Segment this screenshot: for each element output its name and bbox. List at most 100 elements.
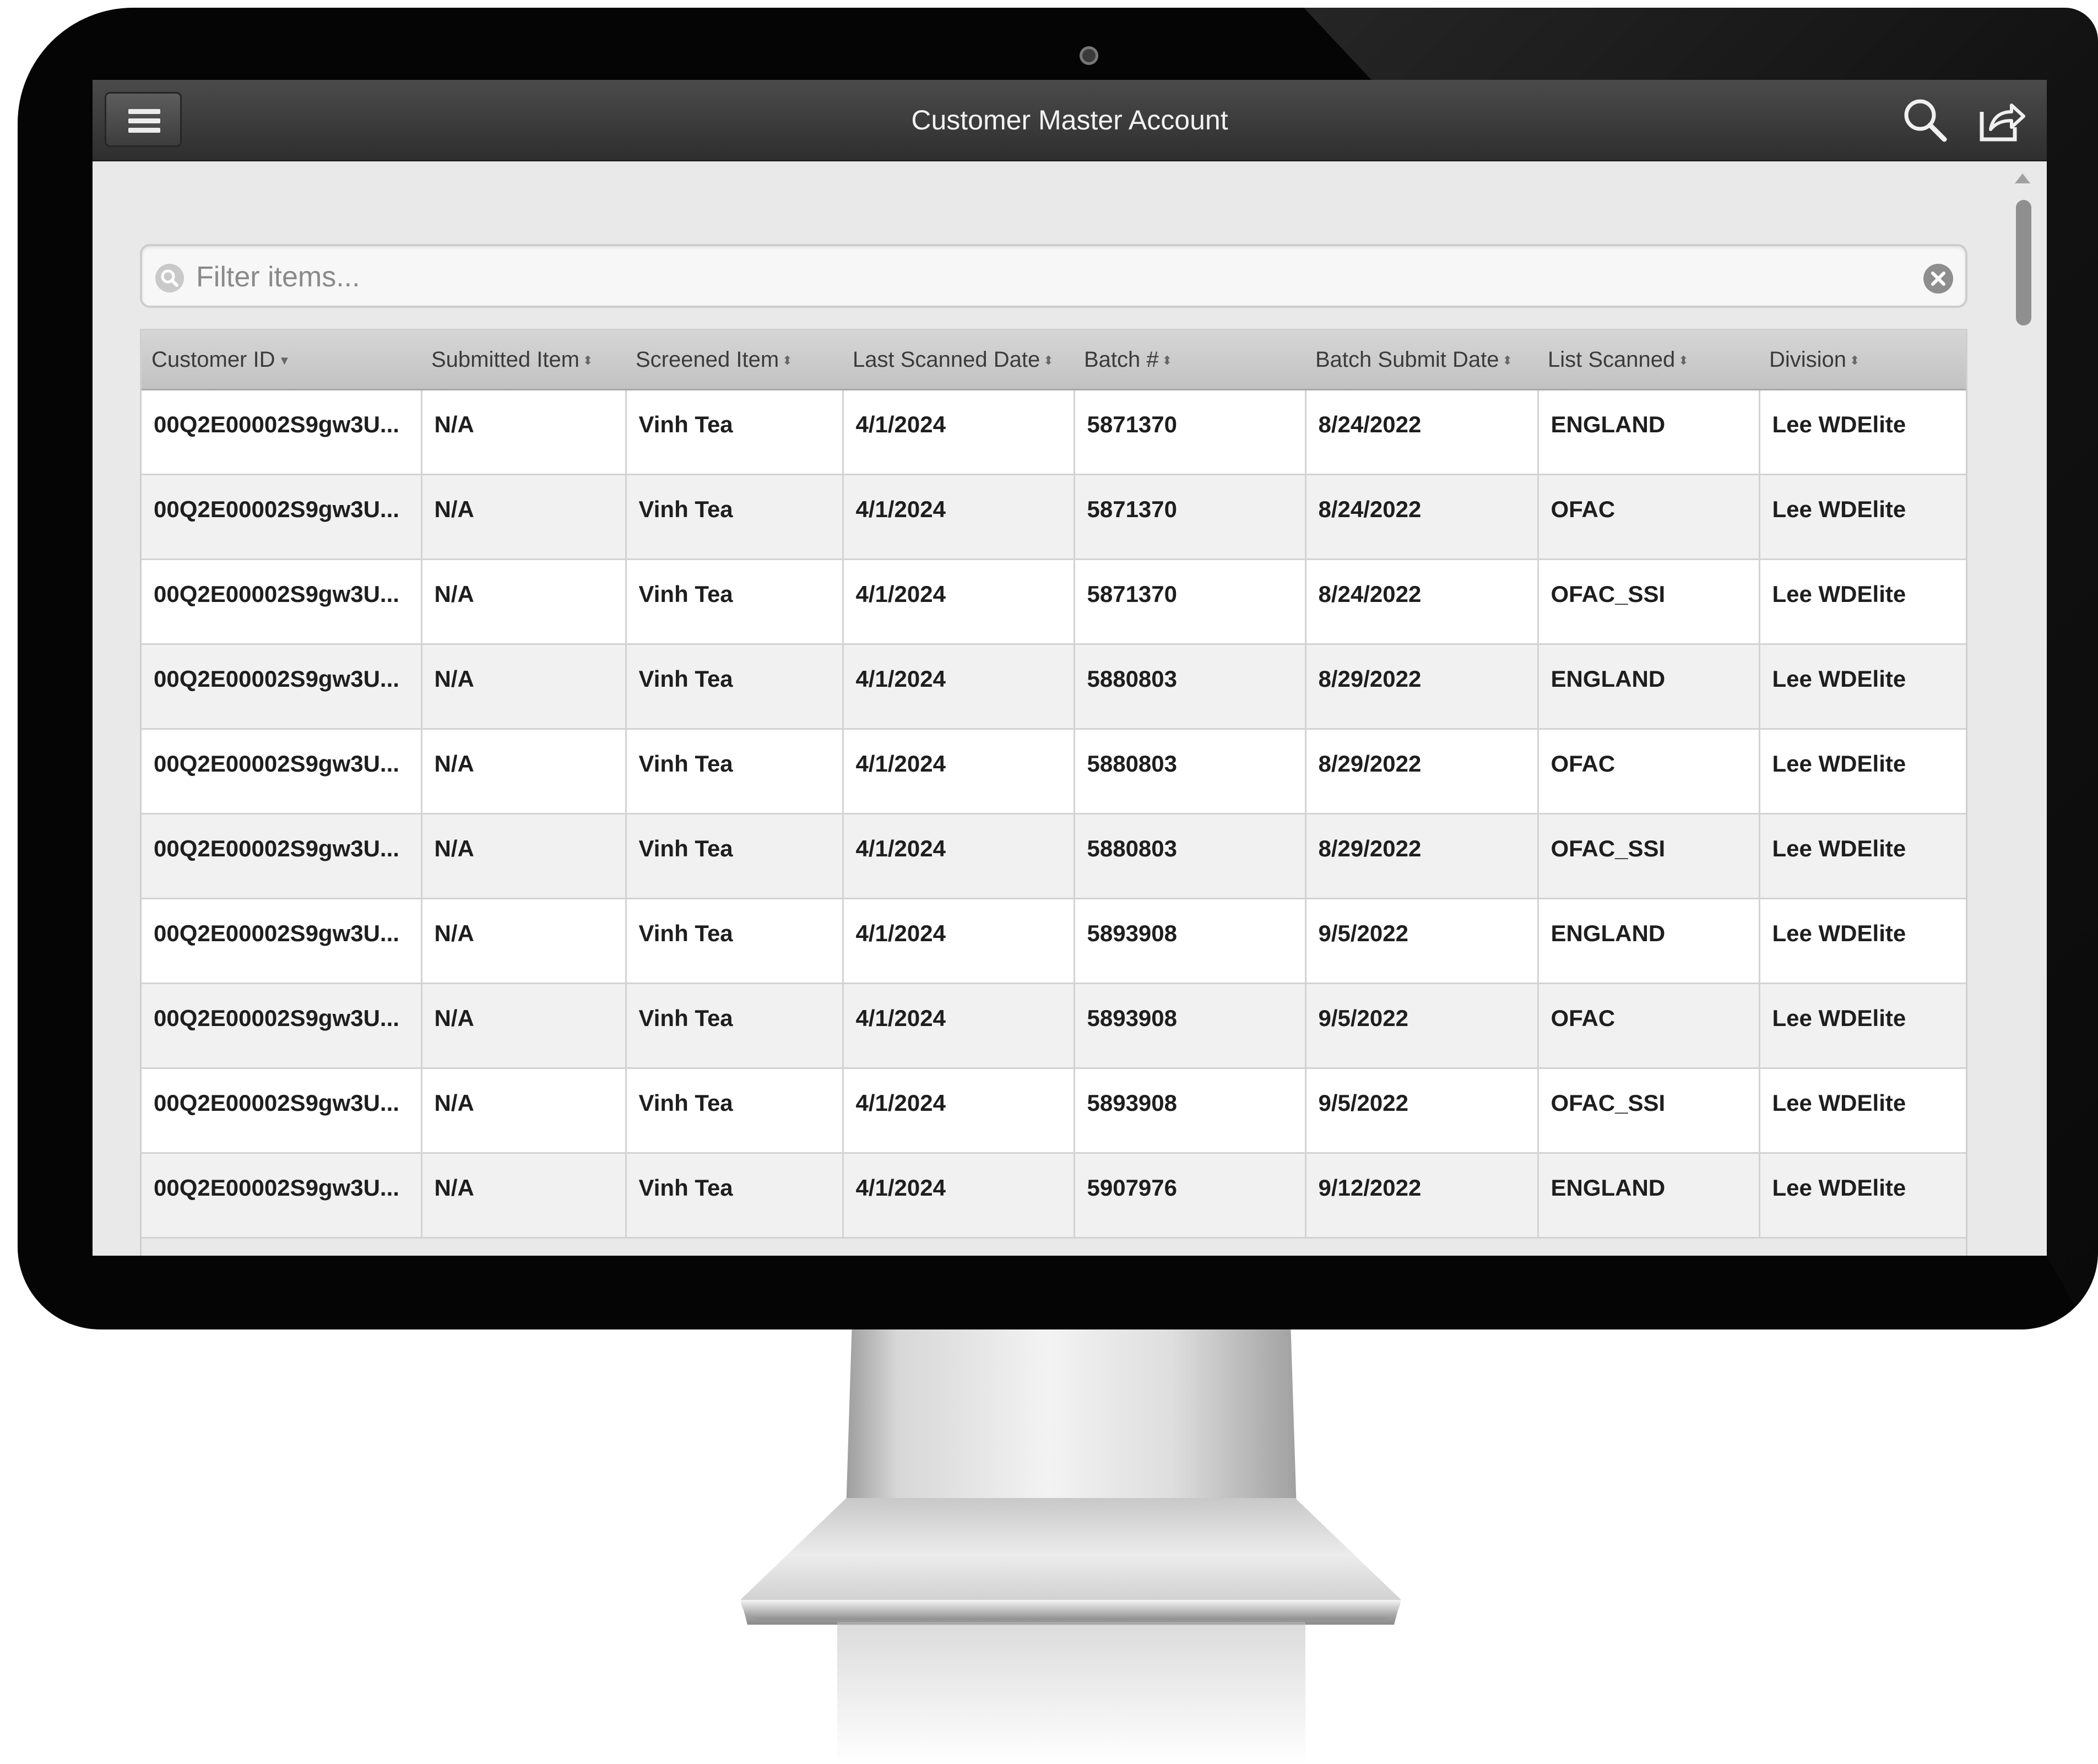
table-cell: 8/29/2022 — [1304, 729, 1539, 815]
column-header-last-scanned-date[interactable]: Last Scanned Date ⬍ — [843, 330, 1074, 390]
table-cell: OFAC — [1537, 983, 1760, 1069]
table-cell: 00Q2E00002S9gw3U... — [142, 389, 422, 475]
table-row[interactable]: 00Q2E00002S9gw3U... N/A Vinh Tea 4/1/2024 58… — [142, 389, 1966, 475]
sort-icon: ⬍ — [1678, 353, 1689, 367]
table-cell: Vinh Tea — [625, 644, 844, 730]
table-cell: 5880803 — [1073, 729, 1306, 815]
table-cell: 9/12/2022 — [1304, 1153, 1539, 1239]
monitor-stand-edge — [741, 1600, 1401, 1620]
table-cell: N/A — [420, 1068, 627, 1154]
app-screen: Customer Master Account Filter items... … — [93, 80, 2047, 1256]
table-cell: Lee WDElite — [1758, 389, 1966, 475]
column-header-label: Batch Submit Date — [1315, 347, 1499, 372]
table-cell: N/A — [420, 644, 627, 730]
share-button[interactable] — [1976, 95, 2026, 145]
table-cell: Vinh Tea — [625, 389, 844, 475]
table-cell: Lee WDElite — [1758, 729, 1966, 815]
table-cell: N/A — [420, 729, 627, 815]
table-cell: 00Q2E00002S9gw3U... — [142, 1153, 422, 1239]
table-cell: 4/1/2024 — [842, 559, 1075, 645]
column-header-list-scanned[interactable]: List Scanned ⬍ — [1538, 330, 1759, 390]
filter-input[interactable] — [195, 257, 1877, 297]
table-cell: 5907976 — [1073, 1153, 1306, 1239]
search-icon — [155, 264, 184, 292]
table-row[interactable]: 00Q2E00002S9gw3U... N/A Vinh Tea 4/1/2024 58… — [142, 1068, 1966, 1154]
column-header-label: Last Scanned Date — [853, 347, 1040, 372]
table-cell: ENGLAND — [1537, 389, 1760, 475]
table-cell: OFAC — [1537, 474, 1760, 560]
top-bar: Customer Master Account — [93, 80, 2047, 161]
table-cell: 5871370 — [1073, 559, 1306, 645]
column-header-customer-id[interactable]: Customer ID ▼ — [142, 330, 421, 390]
column-header-label: Screened Item — [636, 347, 779, 372]
table-cell: 9/5/2022 — [1304, 983, 1539, 1069]
table-cell: 00Q2E00002S9gw3U... — [142, 813, 422, 899]
table-cell: 4/1/2024 — [842, 983, 1075, 1069]
table-cell: Lee WDElite — [1758, 898, 1966, 984]
table-row[interactable]: 00Q2E00002S9gw3U... N/A Vinh Tea 4/1/2024 58… — [142, 898, 1966, 984]
table-cell: N/A — [420, 983, 627, 1069]
table-cell: Vinh Tea — [625, 898, 844, 984]
column-header-label: Division — [1769, 347, 1847, 372]
column-header-label: List Scanned — [1548, 347, 1676, 372]
table-cell: N/A — [420, 559, 627, 645]
table-row[interactable]: 00Q2E00002S9gw3U... N/A Vinh Tea 4/1/2024 58… — [142, 644, 1966, 730]
column-header-label: Submitted Item — [431, 347, 580, 372]
table-cell: 5893908 — [1073, 1068, 1306, 1154]
table-cell: 9/5/2022 — [1304, 1068, 1539, 1154]
sort-descending-icon: ▼ — [278, 353, 291, 367]
table-cell: ENGLAND — [1537, 644, 1760, 730]
table-row[interactable]: 00Q2E00002S9gw3U... N/A Vinh Tea 4/1/2024 58… — [142, 474, 1966, 560]
table-cell: Vinh Tea — [625, 813, 844, 899]
sort-icon: ⬍ — [782, 353, 793, 367]
scrollbar-thumb[interactable] — [2016, 200, 2031, 325]
table-cell: Lee WDElite — [1758, 1153, 1966, 1239]
table-cell: Vinh Tea — [625, 559, 844, 645]
table-row[interactable]: 00Q2E00002S9gw3U... N/A Vinh Tea 4/1/2024 58… — [142, 813, 1966, 899]
table-cell: 8/24/2022 — [1304, 389, 1539, 475]
search-button[interactable] — [1900, 95, 1950, 145]
scroll-up-arrow-icon[interactable] — [2015, 173, 2030, 183]
table-cell: N/A — [420, 474, 627, 560]
table-cell: 8/29/2022 — [1304, 644, 1539, 730]
column-header-submitted-item[interactable]: Submitted Item ⬍ — [421, 330, 626, 390]
sort-icon: ⬍ — [1043, 353, 1054, 367]
table-cell: OFAC — [1537, 729, 1760, 815]
scrollbar-track[interactable] — [2010, 190, 2036, 1256]
sort-icon: ⬍ — [1162, 353, 1173, 367]
table-row[interactable]: 00Q2E00002S9gw3U... N/A Vinh Tea 4/1/2024 58… — [142, 559, 1966, 645]
filter-bar — [140, 244, 1967, 308]
table-cell: Vinh Tea — [625, 474, 844, 560]
table-cell: 00Q2E00002S9gw3U... — [142, 559, 422, 645]
sort-icon: ⬍ — [1502, 353, 1512, 367]
column-header-division[interactable]: Division ⬍ — [1759, 330, 1966, 390]
table-cell: 5880803 — [1073, 813, 1306, 899]
table-cell: OFAC_SSI — [1537, 813, 1760, 899]
table-cell: N/A — [420, 1153, 627, 1239]
table-row[interactable]: 00Q2E00002S9gw3U... N/A Vinh Tea 4/1/2024 58… — [142, 729, 1966, 815]
table-cell: Vinh Tea — [625, 729, 844, 815]
sort-icon: ⬍ — [1850, 353, 1860, 367]
table-cell: 00Q2E00002S9gw3U... — [142, 983, 422, 1069]
table-cell: 5893908 — [1073, 983, 1306, 1069]
table-cell: 4/1/2024 — [842, 1153, 1075, 1239]
table-cell: 4/1/2024 — [842, 1068, 1075, 1154]
table-cell: ENGLAND — [1537, 898, 1760, 984]
camera-icon — [1080, 46, 1098, 65]
table-row[interactable]: 00Q2E00002S9gw3U... N/A Vinh Tea 4/1/2024 59… — [142, 1153, 1966, 1239]
table-cell: 5871370 — [1073, 389, 1306, 475]
column-header-batch-submit-date[interactable]: Batch Submit Date ⬍ — [1305, 330, 1538, 390]
clear-icon[interactable] — [1922, 263, 1954, 295]
table-cell: 5871370 — [1073, 474, 1306, 560]
column-header-batch[interactable]: Batch # ⬍ — [1074, 330, 1305, 390]
table-cell: 4/1/2024 — [842, 644, 1075, 730]
table-header: Customer ID ▼ Submitted Item ⬍ Screened Item… — [142, 330, 1966, 390]
column-header-screened-item[interactable]: Screened Item ⬍ — [626, 330, 843, 390]
share-icon — [1980, 104, 2025, 142]
table-row[interactable]: 00Q2E00002S9gw3U... N/A Vinh Tea 4/1/2024 58… — [142, 983, 1966, 1069]
stand-reflection — [837, 1622, 1305, 1764]
table-cell: N/A — [420, 813, 627, 899]
table-cell: 8/24/2022 — [1304, 559, 1539, 645]
table-cell: 5880803 — [1073, 644, 1306, 730]
table-cell: Lee WDElite — [1758, 1068, 1966, 1154]
